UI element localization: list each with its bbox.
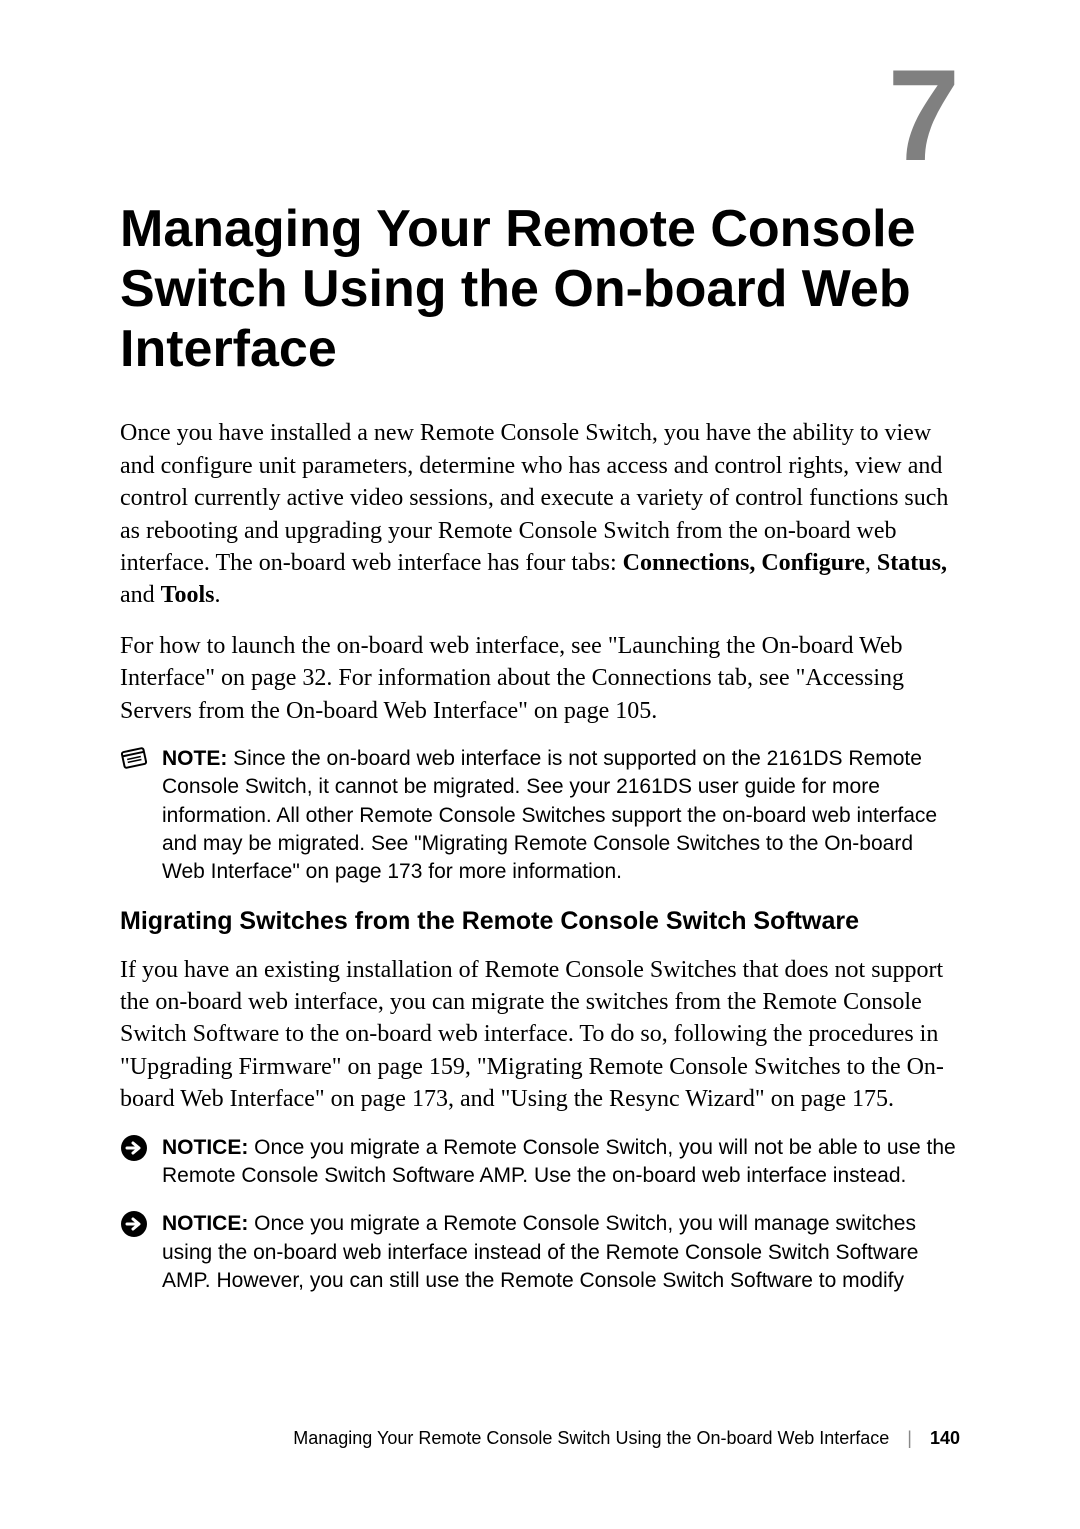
notice-block-1: NOTICE: Once you migrate a Remote Consol… [120,1134,960,1191]
intro-sep1: , [865,550,877,576]
arrow-right-icon [120,1134,148,1162]
tab-connections-configure: Connections, Configure [623,550,865,576]
note-body-1: Since the on-board web interface is not … [162,747,937,883]
section-heading-migrating: Migrating Switches from the Remote Conso… [120,907,960,936]
note-text-1: NOTE: Since the on-board web interface i… [162,745,960,887]
note-block-1: NOTE: Since the on-board web interface i… [120,745,960,887]
note-icon [120,747,148,769]
intro-paragraph: Once you have installed a new Remote Con… [120,417,960,611]
page-footer: Managing Your Remote Console Switch Usin… [120,1428,960,1449]
notice-text-2: NOTICE: Once you migrate a Remote Consol… [162,1210,960,1295]
notice-label-1: NOTICE: [162,1136,248,1159]
page-container: 7 Managing Your Remote Console Switch Us… [0,0,1080,1529]
notice-body-2: Once you migrate a Remote Console Switch… [162,1212,918,1292]
notice-block-2: NOTICE: Once you migrate a Remote Consol… [120,1210,960,1295]
launch-paragraph: For how to launch the on-board web inter… [120,630,960,727]
notice-label-2: NOTICE: [162,1212,248,1235]
tab-status: Status, [877,550,947,576]
notice-text-1: NOTICE: Once you migrate a Remote Consol… [162,1134,960,1191]
footer-chapter-title: Managing Your Remote Console Switch Usin… [293,1428,889,1449]
note-label: NOTE: [162,747,227,770]
migrating-paragraph: If you have an existing installation of … [120,954,960,1116]
chapter-title: Managing Your Remote Console Switch Usin… [120,200,960,379]
arrow-right-icon [120,1210,148,1238]
intro-post: . [214,582,220,608]
footer-separator: | [907,1428,912,1449]
chapter-number: 7 [888,50,960,180]
tab-tools: Tools [161,582,215,608]
notice-body-1: Once you migrate a Remote Console Switch… [162,1136,956,1187]
footer-page-number: 140 [930,1428,960,1449]
intro-sep2: and [120,582,161,608]
